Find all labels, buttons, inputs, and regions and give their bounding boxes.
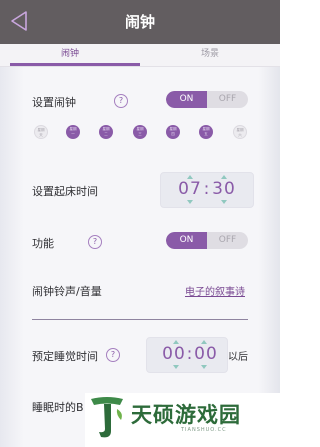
day-sunday[interactable]: 星期天 [34,125,48,139]
tab-scene[interactable]: 场景 [140,44,280,66]
sleep-sound-label: 睡眠时的B [32,401,84,414]
function-toggle[interactable]: ON OFF [166,232,248,249]
settings-panel [0,67,280,447]
bedtime-minute[interactable]: 00 [192,344,220,364]
day-saturday[interactable]: 星期六 [233,125,247,139]
toggle-on-option[interactable]: ON [166,91,207,108]
bedtime-label: 预定睡觉时间 [32,350,98,363]
ringtone-link[interactable]: 电子的叙事诗 [185,283,245,298]
watermark-subtext: TIANSHUO.CC [181,427,227,433]
watermark-text: 天硕游戏园 [131,403,241,427]
hour-down-arrow-icon[interactable] [173,365,179,369]
toggle-off-option[interactable]: OFF [207,232,248,249]
minute-down-arrow-icon[interactable] [201,365,207,369]
hour-down-arrow-icon[interactable] [187,200,193,204]
tab-bar: 闹钟 场景 [0,44,280,67]
toggle-on-option[interactable]: ON [166,232,207,249]
bedtime-suffix: 以后 [228,352,248,363]
watermark: 天硕游戏园 TIANSHUO.CC [85,393,280,447]
function-label: 功能 [32,237,54,250]
help-icon[interactable]: ? [114,94,128,108]
help-icon[interactable]: ? [88,235,102,249]
set-alarm-label: 设置闹钟 [32,96,76,109]
toggle-off-option[interactable]: OFF [207,91,248,108]
day-wednesday[interactable]: 星期三 [133,125,147,139]
wake-time-label: 设置起床时间 [32,185,98,198]
help-icon[interactable]: ? [106,348,120,362]
wake-hour[interactable]: 07 [176,179,204,199]
day-tuesday[interactable]: 星期二 [99,125,113,139]
active-tab-indicator [10,63,140,66]
alarm-toggle[interactable]: ON OFF [166,91,248,108]
day-friday[interactable]: 星期五 [199,125,213,139]
day-monday[interactable]: 星期一 [66,125,80,139]
minute-down-arrow-icon[interactable] [221,200,227,204]
day-thursday[interactable]: 星期四 [166,125,180,139]
page-title: 闹钟 [124,13,155,31]
section-divider [32,319,248,320]
ringtone-label: 闹钟铃声/音量 [32,285,102,298]
app-header: 闹钟 [0,0,280,44]
bedtime-hour[interactable]: 00 [160,344,188,364]
wake-minute[interactable]: 30 [210,179,238,199]
watermark-logo-icon [91,397,123,438]
